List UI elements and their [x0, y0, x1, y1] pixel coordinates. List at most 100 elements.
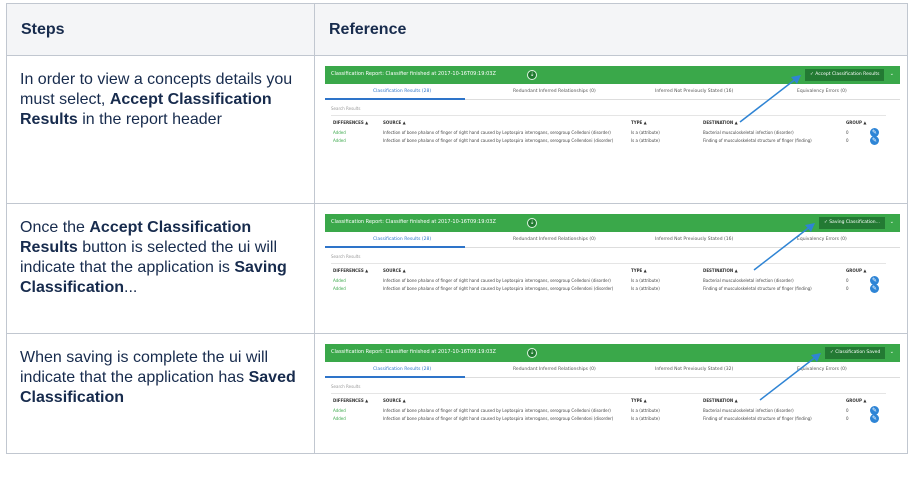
search-results-field[interactable]: Search Results — [331, 384, 360, 389]
active-tab-indicator — [325, 98, 465, 100]
accept-classification-button[interactable]: ✓ Accept Classification Results — [805, 69, 885, 81]
result-cell: Is a (attribute) — [631, 416, 660, 421]
result-cell: Is a (attribute) — [631, 408, 660, 413]
result-cell: Infection of bone phalanx of finger of r… — [383, 408, 611, 413]
report-tab[interactable]: Classification Results (28) — [373, 237, 431, 242]
search-results-field[interactable]: Search Results — [331, 254, 360, 259]
steps-header: Steps — [6, 3, 315, 56]
reference-screenshot: Classification Report: Classifier finish… — [314, 203, 908, 334]
result-cell: Added — [333, 416, 346, 421]
result-cell: 0 — [846, 130, 849, 135]
report-tab[interactable]: Equivalency Errors (0) — [797, 89, 847, 94]
divider — [331, 393, 886, 394]
result-cell: 0 — [846, 408, 849, 413]
classification-report-screenshot: Classification Report: Classifier finish… — [325, 214, 900, 314]
column-header: DESTINATION ▲ — [703, 398, 738, 403]
column-header: DESTINATION ▲ — [703, 268, 738, 273]
report-tab[interactable]: Classification Results (28) — [373, 367, 431, 372]
result-cell: Added — [333, 138, 346, 143]
result-cell: Is a (attribute) — [631, 278, 660, 283]
step-text: In order to view a concepts details you … — [6, 55, 315, 204]
report-tab[interactable]: Inferred Not Previously Stated (32) — [655, 367, 733, 372]
result-cell: 0 — [846, 278, 849, 283]
result-cell: Added — [333, 286, 346, 291]
report-tab[interactable]: Inferred Not Previously Stated (16) — [655, 89, 733, 94]
chevron-down-icon: ⌄ — [889, 349, 894, 355]
result-cell: 0 — [846, 138, 849, 143]
report-title: Classification Report: Classifier finish… — [331, 349, 496, 355]
result-cell: Bacterial musculoskeletal infection (dis… — [703, 130, 794, 135]
report-tabs: Classification Results (28) Redundant Inf… — [325, 84, 900, 100]
active-tab-indicator — [325, 376, 465, 378]
classification-report-screenshot: Classification Report: Classifier finish… — [325, 66, 900, 166]
search-results-field[interactable]: Search Results — [331, 106, 360, 111]
step-plain-text: ... — [124, 279, 138, 296]
chevron-down-icon: ⌄ — [889, 71, 894, 77]
report-title: Classification Report: Classifier finish… — [331, 71, 496, 77]
report-tab[interactable]: Inferred Not Previously Stated (16) — [655, 237, 733, 242]
column-header: GROUP ▲ — [846, 268, 867, 273]
edit-icon[interactable]: ✎ — [870, 136, 879, 145]
result-cell: 0 — [846, 416, 849, 421]
report-tabs: Classification Results (28) Redundant Inf… — [325, 362, 900, 378]
report-tab[interactable]: Redundant Inferred Relationships (0) — [513, 237, 596, 242]
report-tab[interactable]: Redundant Inferred Relationships (0) — [513, 367, 596, 372]
result-cell: 0 — [846, 286, 849, 291]
table-row: In order to view a concepts details you … — [6, 55, 908, 204]
divider — [331, 263, 886, 264]
reference-screenshot: Classification Report: Classifier finish… — [314, 55, 908, 204]
column-header: GROUP ▲ — [846, 120, 867, 125]
table-row: When saving is complete the ui will indi… — [6, 333, 908, 454]
result-cell: Added — [333, 408, 346, 413]
column-header: SOURCE ▲ — [383, 120, 406, 125]
download-icon[interactable]: ⇣ — [527, 70, 537, 80]
column-header: DIFFERENCES ▲ — [333, 398, 369, 403]
result-cell: Is a (attribute) — [631, 286, 660, 291]
report-tab[interactable]: Redundant Inferred Relationships (0) — [513, 89, 596, 94]
result-cell: Bacterial musculoskeletal infection (dis… — [703, 408, 794, 413]
report-title: Classification Report: Classifier finish… — [331, 219, 496, 225]
steps-reference-table: Steps Reference In order to view a conce… — [6, 3, 908, 454]
edit-icon[interactable]: ✎ — [870, 284, 879, 293]
report-tab[interactable]: Equivalency Errors (0) — [797, 367, 847, 372]
column-header: SOURCE ▲ — [383, 268, 406, 273]
result-cell: Is a (attribute) — [631, 130, 660, 135]
step-plain-text: When saving is complete the ui will indi… — [20, 349, 269, 386]
divider — [331, 115, 886, 116]
column-header: TYPE ▲ — [631, 120, 647, 125]
download-icon[interactable]: ⇣ — [527, 218, 537, 228]
result-cell: Infection of bone phalanx of finger of r… — [383, 138, 614, 143]
result-cell: Finding of musculoskeletal structure of … — [703, 286, 812, 291]
result-cell: Bacterial musculoskeletal infection (dis… — [703, 278, 794, 283]
result-cell: Finding of musculoskeletal structure of … — [703, 138, 812, 143]
result-cell: Infection of bone phalanx of finger of r… — [383, 416, 614, 421]
column-header: SOURCE ▲ — [383, 398, 406, 403]
column-header: DESTINATION ▲ — [703, 120, 738, 125]
column-header: TYPE ▲ — [631, 268, 647, 273]
result-cell: Is a (attribute) — [631, 138, 660, 143]
chevron-down-icon: ⌄ — [889, 219, 894, 225]
reference-header: Reference — [314, 3, 908, 56]
download-icon[interactable]: ⇣ — [527, 348, 537, 358]
accept-classification-button[interactable]: ✓ Classification Saved — [825, 347, 886, 359]
result-cell: Infection of bone phalanx of finger of r… — [383, 130, 611, 135]
column-header: TYPE ▲ — [631, 398, 647, 403]
table-row: Once the Accept Classification Results b… — [6, 203, 908, 334]
step-text: When saving is complete the ui will indi… — [6, 333, 315, 454]
result-cell: Finding of musculoskeletal structure of … — [703, 416, 812, 421]
report-tab[interactable]: Equivalency Errors (0) — [797, 237, 847, 242]
classification-report-screenshot: Classification Report: Classifier finish… — [325, 344, 900, 444]
result-cell: Added — [333, 278, 346, 283]
step-plain-text: in the report header — [77, 111, 222, 128]
step-plain-text: Once the — [20, 219, 90, 236]
accept-classification-button[interactable]: ✓ Saving Classification... — [819, 217, 885, 229]
report-tabs: Classification Results (28) Redundant Inf… — [325, 232, 900, 248]
reference-screenshot: Classification Report: Classifier finish… — [314, 333, 908, 454]
result-cell: Infection of bone phalanx of finger of r… — [383, 278, 611, 283]
step-text: Once the Accept Classification Results b… — [6, 203, 315, 334]
column-header: DIFFERENCES ▲ — [333, 268, 369, 273]
result-cell: Infection of bone phalanx of finger of r… — [383, 286, 614, 291]
result-cell: Added — [333, 130, 346, 135]
edit-icon[interactable]: ✎ — [870, 414, 879, 423]
report-tab[interactable]: Classification Results (28) — [373, 89, 431, 94]
